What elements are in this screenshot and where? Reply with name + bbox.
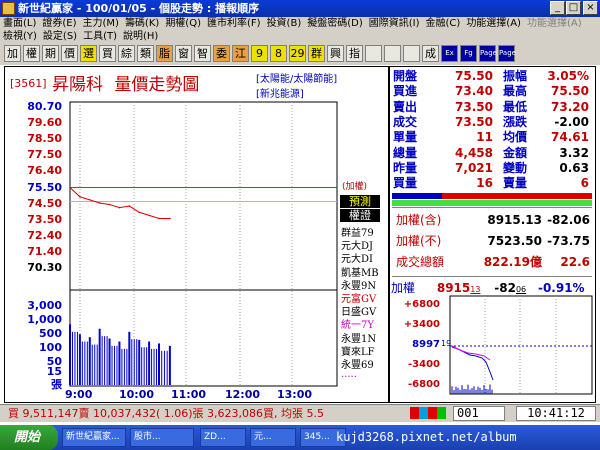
taskbar-item[interactable]: 新世紀贏家...: [62, 428, 126, 447]
taskbar-item[interactable]: ZD...: [200, 428, 246, 447]
status-bar: 買 9,511,147賣 10,037,432( 1.06)張 3,623,08…: [0, 404, 600, 422]
stock-code-input[interactable]: 001: [453, 406, 505, 421]
mini-index-chart: [449, 295, 593, 395]
taskbar-item[interactable]: 股市...: [130, 428, 194, 447]
watermark: kujd3268.pixnet.net/album: [336, 430, 517, 444]
mini-index-line: [451, 346, 494, 381]
clock: 10:41:12: [516, 406, 596, 421]
status-text: 買 9,511,147賣 10,037,432( 1.06)張 3,623,08…: [8, 407, 324, 420]
mini-index-line-2: [451, 345, 491, 361]
taskbar-item[interactable]: 元...: [250, 428, 296, 447]
start-button[interactable]: 開始: [0, 425, 58, 450]
status-color-bar: [410, 407, 446, 419]
mini-frame: [449, 295, 593, 395]
